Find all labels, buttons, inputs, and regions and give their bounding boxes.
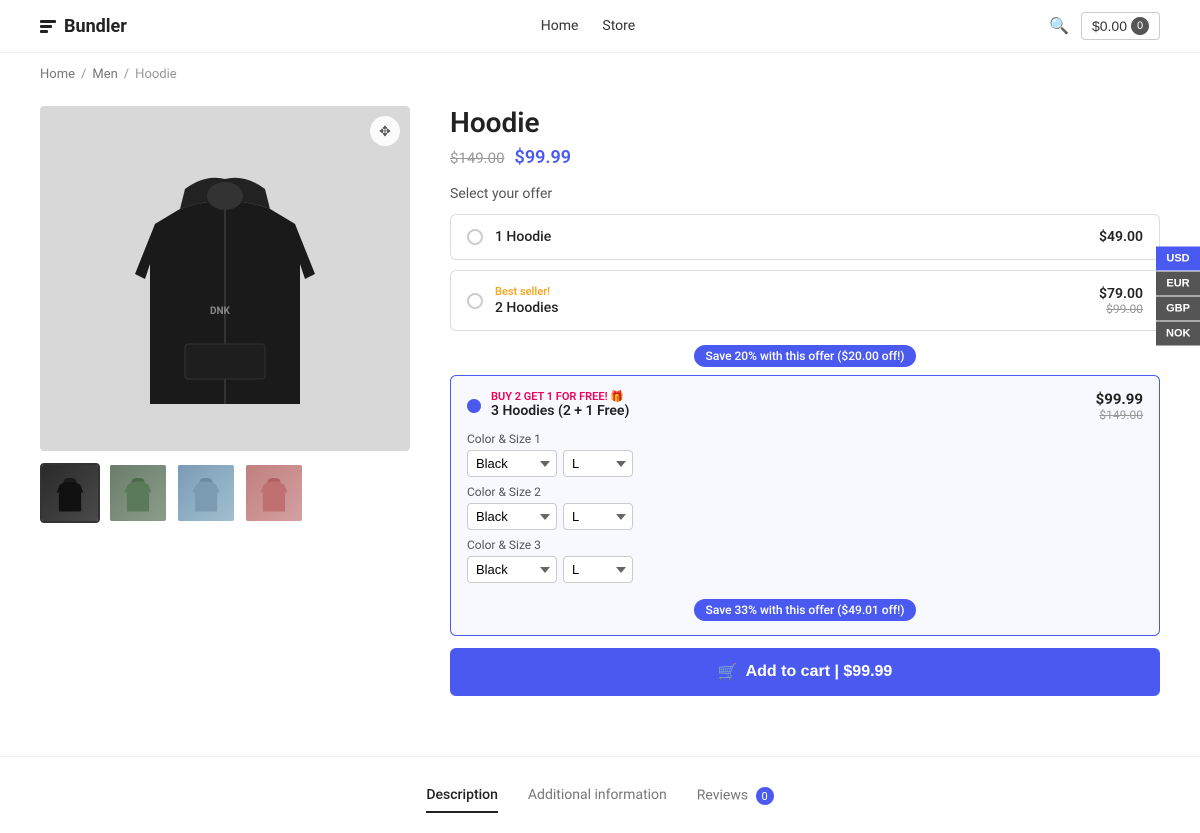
expand-image-button[interactable]: ✥ — [370, 116, 400, 146]
size-select-3[interactable]: S M L XL XXL — [563, 556, 633, 583]
svg-text:DNK: DNK — [210, 306, 231, 317]
offer-3-hoodies[interactable]: BUY 2 GET 1 FOR FREE! 🎁 3 Hoodies (2 + 1… — [450, 375, 1160, 636]
currency-eur[interactable]: EUR — [1156, 272, 1200, 296]
offer-3-save-badge: Save 33% with this offer ($49.01 off!) — [694, 599, 917, 621]
breadcrumb-current: Hoodie — [135, 67, 177, 82]
site-header: Bundler Home Store 🔍 $0.00 0 — [0, 0, 1200, 53]
logo-text: Bundler — [64, 16, 127, 37]
currency-usd[interactable]: USD — [1156, 247, 1200, 271]
breadcrumb: Home / Men / Hoodie — [0, 53, 1200, 96]
main-nav: Home Store — [541, 18, 635, 34]
nav-store[interactable]: Store — [602, 18, 635, 34]
offer-1-title: 1 Hoodie — [495, 229, 1099, 245]
breadcrumb-sep-2: / — [124, 67, 129, 82]
thumbnail-black[interactable] — [40, 463, 100, 523]
logo-icon — [40, 20, 56, 33]
product-tabs: Description Additional information Revie… — [40, 787, 1160, 813]
currency-nok[interactable]: NOK — [1156, 322, 1200, 346]
color-select-2[interactable]: Black Green Blue Pink — [467, 503, 557, 530]
offer-2-save-badge: Save 20% with this offer ($20.00 off!) — [694, 345, 917, 367]
color-size-2-label: Color & Size 2 — [467, 485, 1143, 499]
main-product-image: DNK ✥ — [40, 106, 410, 451]
offer-2-info: Best seller! 2 Hoodies — [495, 285, 1099, 316]
header-right: 🔍 $0.00 0 — [1049, 12, 1160, 40]
offer-1-radio — [467, 229, 483, 245]
hoodie-illustration: DNK — [125, 139, 325, 419]
offer-2-price: $79.00 — [1099, 286, 1143, 302]
sale-price: $99.99 — [515, 147, 572, 168]
color-size-1: Color & Size 1 Black Green Blue Pink S M… — [467, 432, 1143, 477]
breadcrumb-home[interactable]: Home — [40, 67, 75, 82]
tab-reviews[interactable]: Reviews 0 — [697, 787, 774, 813]
color-size-2: Color & Size 2 Black Green Blue Pink S M… — [467, 485, 1143, 530]
site-logo[interactable]: Bundler — [40, 16, 127, 37]
size-select-2[interactable]: S M L XL XXL — [563, 503, 633, 530]
offer-3-title: 3 Hoodies (2 + 1 Free) — [491, 403, 629, 419]
reviews-badge: 0 — [756, 787, 774, 805]
tabs-section: Description Additional information Revie… — [0, 756, 1200, 833]
tab-additional-info[interactable]: Additional information — [528, 787, 667, 813]
color-select-1[interactable]: Black Green Blue Pink — [467, 450, 557, 477]
breadcrumb-men[interactable]: Men — [92, 67, 117, 82]
thumbnail-pink[interactable] — [244, 463, 304, 523]
breadcrumb-sep-1: / — [81, 67, 86, 82]
search-button[interactable]: 🔍 — [1049, 16, 1069, 36]
offer-2-hoodies[interactable]: Best seller! 2 Hoodies $79.00 $99.00 — [450, 270, 1160, 331]
thumbnail-blue[interactable] — [176, 463, 236, 523]
cart-icon: 🛒 — [718, 662, 738, 682]
offer-2-orig-price: $99.00 — [1099, 302, 1143, 316]
cart-count: 0 — [1131, 17, 1149, 35]
product-thumbnails — [40, 463, 410, 523]
color-size-3: Color & Size 3 Black Green Blue Pink S M… — [467, 538, 1143, 583]
price-row: $149.00 $99.99 — [450, 147, 1160, 168]
currency-sidebar: USD EUR GBP NOK — [1156, 247, 1200, 346]
color-size-1-label: Color & Size 1 — [467, 432, 1143, 446]
original-price: $149.00 — [450, 149, 505, 167]
add-to-cart-label: Add to cart | $99.99 — [746, 663, 893, 681]
offer-2-title: 2 Hoodies — [495, 300, 1099, 316]
offer-3-promo: BUY 2 GET 1 FOR FREE! 🎁 — [491, 390, 629, 403]
cart-price: $0.00 — [1092, 18, 1127, 34]
currency-gbp[interactable]: GBP — [1156, 297, 1200, 321]
cart-button[interactable]: $0.00 0 — [1081, 12, 1160, 40]
offer-1-hoodie[interactable]: 1 Hoodie $49.00 — [450, 214, 1160, 260]
offer-2-radio — [467, 293, 483, 309]
offer-3-radio — [467, 399, 481, 413]
add-to-cart-button[interactable]: 🛒 Add to cart | $99.99 — [450, 648, 1160, 696]
offer-3-orig-price: $149.00 — [1096, 408, 1143, 422]
color-select-3[interactable]: Black Green Blue Pink — [467, 556, 557, 583]
product-title: Hoodie — [450, 106, 1160, 139]
product-images: DNK ✥ — [40, 106, 410, 696]
size-select-1[interactable]: S M L XL XXL — [563, 450, 633, 477]
nav-home[interactable]: Home — [541, 18, 579, 34]
product-details: Hoodie $149.00 $99.99 Select your offer … — [450, 106, 1160, 696]
offer-3-price: $99.99 — [1096, 390, 1143, 408]
select-offer-label: Select your offer — [450, 186, 1160, 202]
offer-1-price: $49.00 — [1099, 229, 1143, 245]
color-size-3-label: Color & Size 3 — [467, 538, 1143, 552]
offer-2-badge: Best seller! — [495, 285, 1099, 298]
offer-1-info: 1 Hoodie — [495, 229, 1099, 245]
tab-description[interactable]: Description — [426, 787, 498, 813]
main-content: DNK ✥ — [0, 96, 1200, 736]
thumbnail-green[interactable] — [108, 463, 168, 523]
